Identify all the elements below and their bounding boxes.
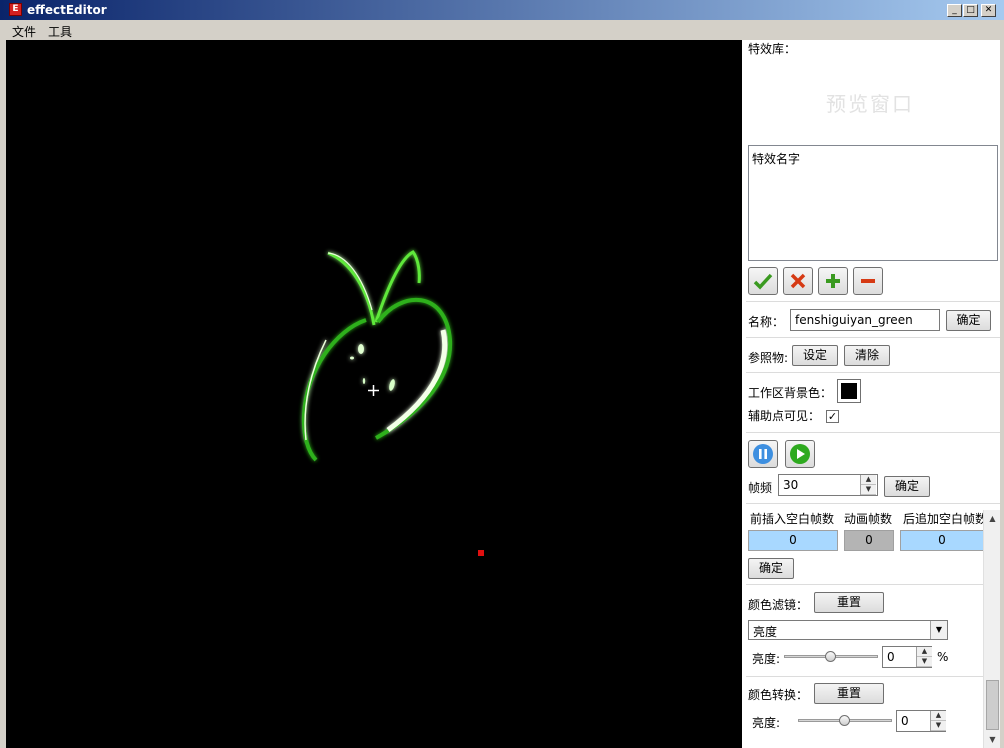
color-transform-label: 颜色转换： — [748, 688, 809, 702]
pre-frames-input[interactable]: 0 — [748, 530, 838, 551]
divider — [746, 301, 1000, 302]
helper-visible-label: 辅助点可见： — [748, 409, 821, 423]
add-button[interactable] — [818, 267, 848, 295]
spin-up-icon[interactable]: ▲ — [931, 711, 946, 721]
preview-window-text: 预览窗口 — [826, 92, 914, 116]
effect-canvas[interactable] — [6, 40, 742, 748]
fps-spinner[interactable]: ▲ ▼ — [860, 475, 876, 495]
add-icon — [826, 274, 840, 288]
spin-down-icon[interactable]: ▼ — [861, 485, 876, 495]
scroll-up-icon[interactable]: ▲ — [985, 511, 1000, 526]
divider — [746, 372, 1000, 373]
name-confirm-button[interactable]: 确定 — [946, 310, 991, 331]
filter-brightness-thumb[interactable] — [825, 651, 836, 662]
window-border-right — [1000, 40, 1004, 748]
spin-down-icon[interactable]: ▼ — [917, 657, 932, 667]
delete-icon — [790, 273, 806, 289]
check-icon — [753, 273, 773, 290]
reference-set-button[interactable]: 设定 — [792, 345, 838, 366]
minimize-button[interactable]: _ — [947, 4, 962, 17]
pause-button[interactable] — [748, 440, 778, 468]
bg-color-picker[interactable] — [837, 379, 861, 403]
list-item[interactable]: 特效名字 — [752, 150, 800, 167]
color-filter-label: 颜色滤镜： — [748, 598, 809, 612]
menu-file[interactable]: 文件 — [12, 23, 36, 40]
library-label: 特效库： — [748, 42, 797, 56]
delete-button[interactable] — [783, 267, 813, 295]
name-input[interactable]: fenshiguiyan_green — [790, 309, 940, 331]
transform-brightness-label: 亮度: — [752, 716, 781, 730]
color-filter-reset-button[interactable]: 重置 — [814, 592, 884, 613]
transform-brightness-thumb[interactable] — [839, 715, 850, 726]
app-icon: E — [9, 3, 22, 16]
crosshair-icon — [368, 385, 379, 396]
bg-color-label: 工作区背景色： — [748, 386, 833, 400]
fps-label: 帧频 — [748, 481, 773, 495]
fps-confirm-button[interactable]: 确定 — [884, 476, 930, 497]
anim-frames-value: 0 — [844, 530, 894, 551]
reference-clear-button[interactable]: 清除 — [844, 345, 890, 366]
spin-down-icon[interactable]: ▼ — [931, 721, 946, 731]
filter-brightness-label: 亮度: — [752, 652, 781, 666]
anchor-point[interactable] — [478, 550, 484, 556]
name-label: 名称： — [748, 315, 785, 329]
anim-frames-label: 动画帧数 — [844, 512, 893, 526]
divider — [746, 584, 1000, 585]
title-bar: E effectEditor _ □ ✕ — [0, 0, 1004, 20]
spin-up-icon[interactable]: ▲ — [917, 647, 932, 657]
scroll-down-icon[interactable]: ▼ — [985, 732, 1000, 747]
remove-icon — [861, 279, 875, 283]
maximize-button[interactable]: □ — [963, 4, 978, 17]
remove-button[interactable] — [853, 267, 883, 295]
effect-list[interactable]: 特效名字 — [748, 145, 998, 261]
color-swatch-fill — [841, 383, 857, 399]
divider — [746, 676, 1000, 677]
panel-scrollbar[interactable]: ▲ ▼ — [983, 510, 1000, 748]
frames-confirm-button[interactable]: 确定 — [748, 558, 794, 579]
pause-icon — [753, 444, 773, 464]
divider — [746, 503, 1000, 504]
chevron-down-icon[interactable]: ▼ — [930, 621, 947, 639]
window-title: effectEditor — [27, 3, 107, 17]
helper-visible-checkbox[interactable]: ✓ — [826, 410, 839, 423]
filter-type-value: 亮度 — [753, 625, 778, 639]
menu-tools[interactable]: 工具 — [48, 23, 72, 40]
color-transform-reset-button[interactable]: 重置 — [814, 683, 884, 704]
pre-frames-label: 前插入空白帧数 — [750, 512, 835, 526]
filter-brightness-spinner[interactable]: ▲ ▼ — [916, 647, 932, 667]
reference-label: 参照物: — [748, 351, 789, 365]
transform-brightness-spinner[interactable]: ▲ ▼ — [930, 711, 946, 731]
divider — [746, 432, 1000, 433]
divider — [746, 337, 1000, 338]
menu-bar: 文件 工具 — [0, 20, 1004, 40]
percent-unit: % — [937, 650, 949, 664]
play-button[interactable] — [785, 440, 815, 468]
scrollbar-thumb[interactable] — [986, 680, 999, 730]
play-icon — [790, 444, 810, 464]
post-frames-input[interactable]: 0 — [900, 530, 984, 551]
confirm-button[interactable] — [748, 267, 778, 295]
properties-panel: 特效库： 预览窗口 特效名字 名称： fenshiguiyan_green 确定… — [742, 40, 1000, 748]
filter-type-select[interactable]: 亮度 ▼ — [748, 620, 948, 640]
close-button[interactable]: ✕ — [981, 4, 996, 17]
post-frames-label: 后追加空白帧数 — [903, 512, 988, 526]
spin-up-icon[interactable]: ▲ — [861, 475, 876, 485]
